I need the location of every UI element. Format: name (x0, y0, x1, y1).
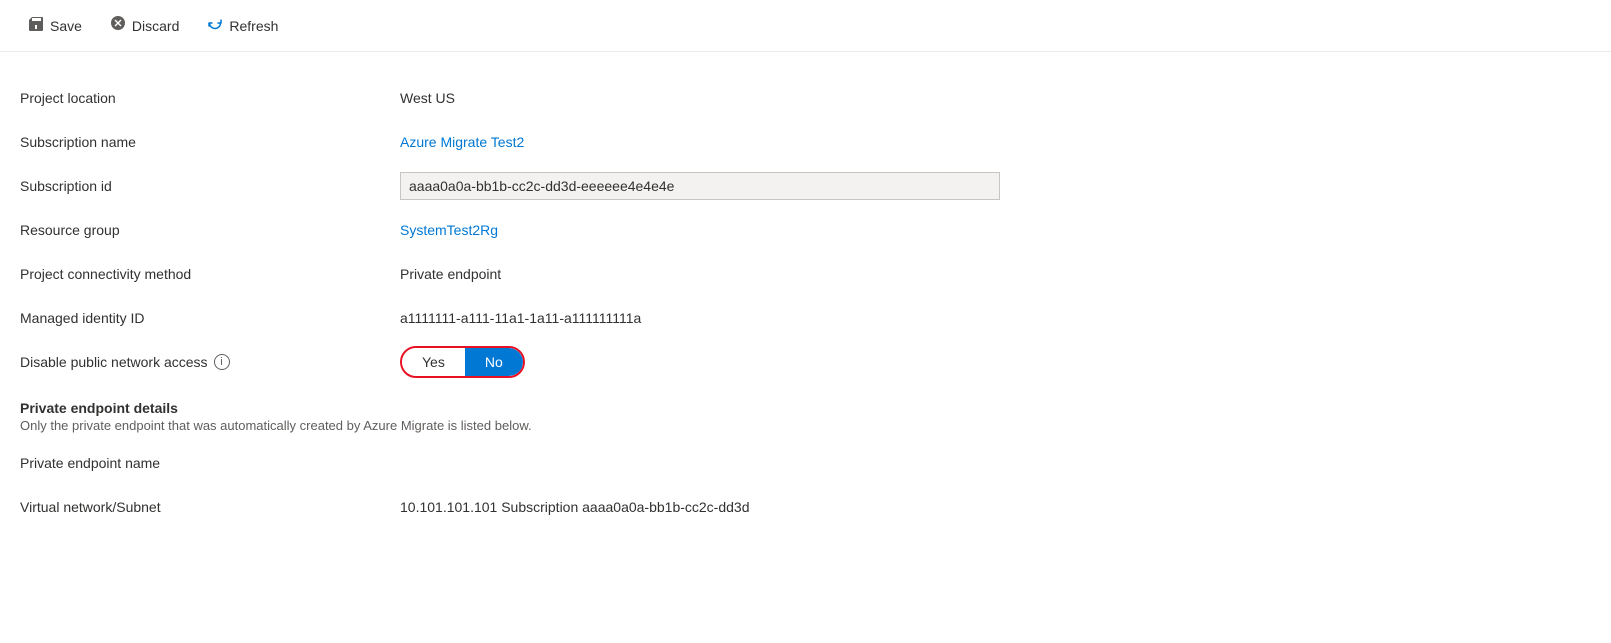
public-access-toggle[interactable]: Yes No (400, 346, 525, 378)
resource-group-label: Resource group (20, 222, 400, 238)
virtual-network-label: Virtual network/Subnet (20, 499, 400, 515)
project-location-row: Project location West US (20, 76, 1587, 120)
endpoint-name-row: Private endpoint name (20, 441, 1587, 485)
managed-identity-row: Managed identity ID a1111111-a111-11a1-1… (20, 296, 1587, 340)
save-icon (28, 16, 44, 36)
subscription-id-value: aaaa0a0a-bb1b-cc2c-dd3d-eeeeee4e4e4e (400, 172, 1000, 200)
subscription-id-label: Subscription id (20, 178, 400, 194)
virtual-network-row: Virtual network/Subnet 10.101.101.101 Su… (20, 485, 1587, 529)
toolbar: Save Discard Refresh (0, 0, 1611, 52)
discard-label: Discard (132, 18, 179, 34)
save-button[interactable]: Save (16, 10, 94, 42)
disable-public-access-row: Disable public network access i Yes No (20, 340, 1587, 384)
private-endpoint-section: Private endpoint details Only the privat… (20, 400, 1587, 529)
refresh-label: Refresh (229, 18, 278, 34)
connectivity-method-label: Project connectivity method (20, 266, 400, 282)
private-endpoint-section-subtitle: Only the private endpoint that was autom… (20, 418, 1587, 433)
discard-icon (110, 15, 126, 36)
resource-group-value[interactable]: SystemTest2Rg (400, 222, 1587, 238)
connectivity-method-row: Project connectivity method Private endp… (20, 252, 1587, 296)
subscription-name-value[interactable]: Azure Migrate Test2 (400, 134, 1587, 150)
save-label: Save (50, 18, 82, 34)
toggle-no-button[interactable]: No (465, 348, 523, 376)
managed-identity-label: Managed identity ID (20, 310, 400, 326)
main-content: Project location West US Subscription na… (0, 52, 1611, 553)
managed-identity-value: a1111111-a111-11a1-1a11-a111111111a (400, 310, 1587, 326)
connectivity-method-value: Private endpoint (400, 266, 1587, 282)
virtual-network-value: 10.101.101.101 Subscription aaaa0a0a-bb1… (400, 499, 1587, 515)
endpoint-name-label: Private endpoint name (20, 455, 400, 471)
subscription-id-row: Subscription id aaaa0a0a-bb1b-cc2c-dd3d-… (20, 164, 1587, 208)
subscription-name-row: Subscription name Azure Migrate Test2 (20, 120, 1587, 164)
subscription-name-label: Subscription name (20, 134, 400, 150)
refresh-button[interactable]: Refresh (195, 9, 290, 42)
info-icon[interactable]: i (214, 354, 230, 370)
disable-public-access-label: Disable public network access i (20, 354, 400, 370)
project-location-label: Project location (20, 90, 400, 106)
private-endpoint-section-title: Private endpoint details (20, 400, 1587, 416)
resource-group-row: Resource group SystemTest2Rg (20, 208, 1587, 252)
discard-button[interactable]: Discard (98, 9, 191, 42)
project-location-value: West US (400, 90, 1587, 106)
refresh-icon (207, 15, 223, 36)
toggle-yes-button[interactable]: Yes (402, 348, 465, 376)
